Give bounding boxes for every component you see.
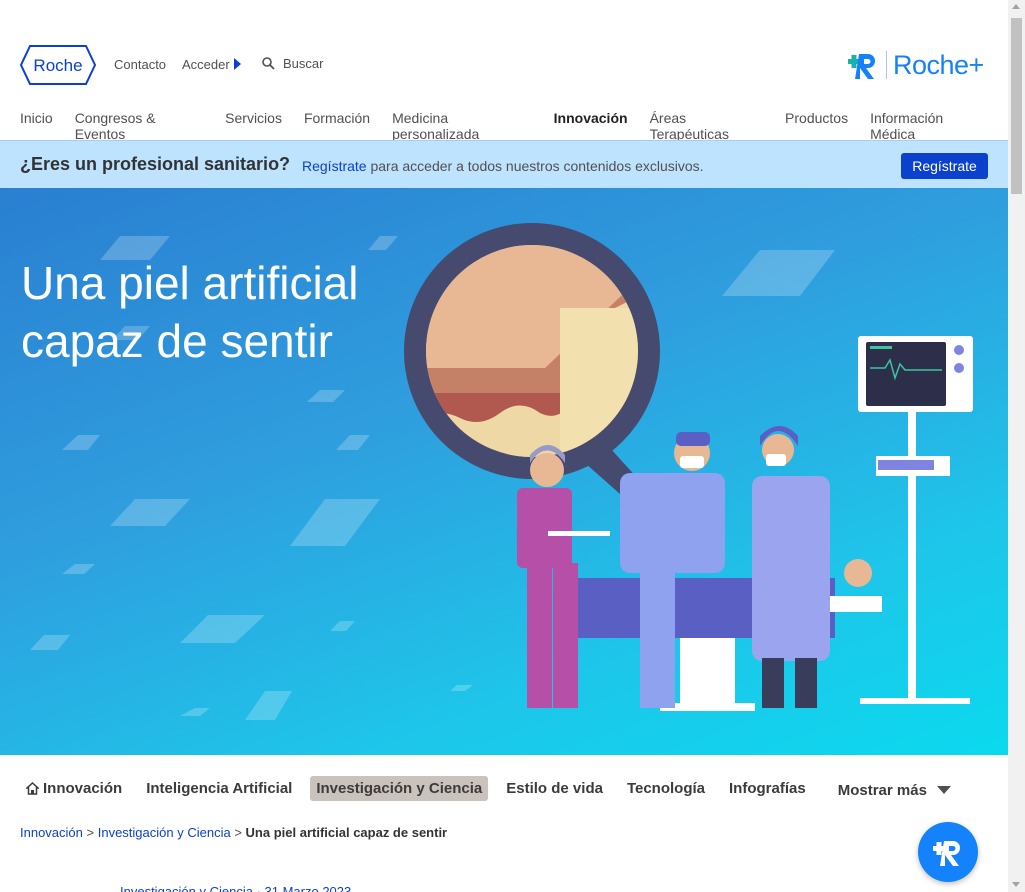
site-header: Roche Contacto Acceder Buscar Roche+ Ini… [0,0,1008,142]
contacto-link[interactable]: Contacto [114,57,166,72]
nav-item-servicios[interactable]: Servicios [225,110,282,142]
rocheplus-chat-icon [933,841,960,866]
search-label: Buscar [283,56,324,71]
scroll-down-arrow-icon[interactable] [1012,882,1020,887]
page-scrollbar[interactable] [1008,0,1025,892]
rocheplus-chat-button[interactable] [918,822,978,882]
banner-title: ¿Eres un profesional sanitario? [20,154,291,174]
register-banner: ¿Eres un profesional sanitario? Regístra… [0,140,1008,188]
subnav-item-innovacion[interactable]: Innovación [20,776,128,801]
hero-title: Una piel artificial capaz de sentir [21,254,401,370]
subnav-item-tecnologia[interactable]: Tecnología [621,776,711,801]
scrollbar-thumb[interactable] [1011,18,1022,194]
show-more-label: Mostrar más [837,781,927,799]
search-button[interactable]: Buscar [262,56,323,71]
home-icon [26,781,39,795]
chevron-down-icon [936,786,951,794]
subnav-item-infografias[interactable]: Infografías [723,776,812,801]
rocheplus-logo[interactable]: Roche+ [846,48,984,82]
nav-item-medicina-personalizada[interactable]: Medicina personalizada [392,110,532,142]
banner-text: Regístrate para acceder a todos nuestros… [302,158,704,174]
breadcrumb-separator: > [86,825,95,840]
acceder-link[interactable]: Acceder [182,57,241,72]
breadcrumb-separator: > [234,825,242,840]
breadcrumb-current: Una piel artificial capaz de sentir [245,825,448,840]
breadcrumb: Innovación > Investigación y Ciencia > U… [20,825,447,840]
nav-item-inicio[interactable]: Inicio [20,110,53,142]
banner-description: para acceder a todos nuestros contenidos… [366,158,704,174]
rocheplus-logo-icon [848,54,875,79]
subnav-item-estilo-vida[interactable]: Estilo de vida [500,776,609,801]
article-meta: Investigación y Ciencia · 31 Marzo 2023 [120,884,352,892]
breadcrumb-investigacion[interactable]: Investigación y Ciencia [98,825,231,840]
main-nav: Inicio Congresos & Eventos Servicios For… [20,110,1008,142]
subnav-item-inteligencia-artificial[interactable]: Inteligencia Artificial [140,776,298,801]
section-subnav: Innovación Inteligencia Artificial Inves… [20,773,969,803]
show-more-button[interactable]: Mostrar más [832,778,957,803]
hero-title-line2: capaz de sentir [21,315,333,367]
svg-text:Roche: Roche [33,56,82,75]
acceder-label: Acceder [182,57,230,72]
nav-item-congresos[interactable]: Congresos & Eventos [75,110,203,142]
nav-item-areas-terapeuticas[interactable]: Áreas Terapéuticas [650,110,763,142]
nav-item-productos[interactable]: Productos [785,110,848,142]
caret-right-icon [233,58,241,70]
nav-item-innovacion[interactable]: Innovación [554,110,628,142]
subnav-item-investigacion-ciencia[interactable]: Investigación y Ciencia [310,775,489,801]
subnav-label-innovacion: Innovación [43,779,123,797]
hero-title-line1: Una piel artificial [21,257,359,309]
register-button[interactable]: Regístrate [901,153,988,179]
hero-section: Una piel artificial capaz de sentir [0,188,1008,755]
rocheplus-wordmark: Roche+ [893,49,984,80]
nav-item-formacion[interactable]: Formación [304,110,370,142]
breadcrumb-innovacion[interactable]: Innovación [20,825,83,840]
nav-item-informacion-medica[interactable]: Información Médica [870,110,986,142]
roche-logo[interactable]: Roche [20,45,96,85]
scroll-up-arrow-icon[interactable] [1012,4,1020,9]
banner-register-link[interactable]: Regístrate [302,158,367,174]
search-icon [262,57,275,70]
rocheplus-divider [886,51,887,79]
